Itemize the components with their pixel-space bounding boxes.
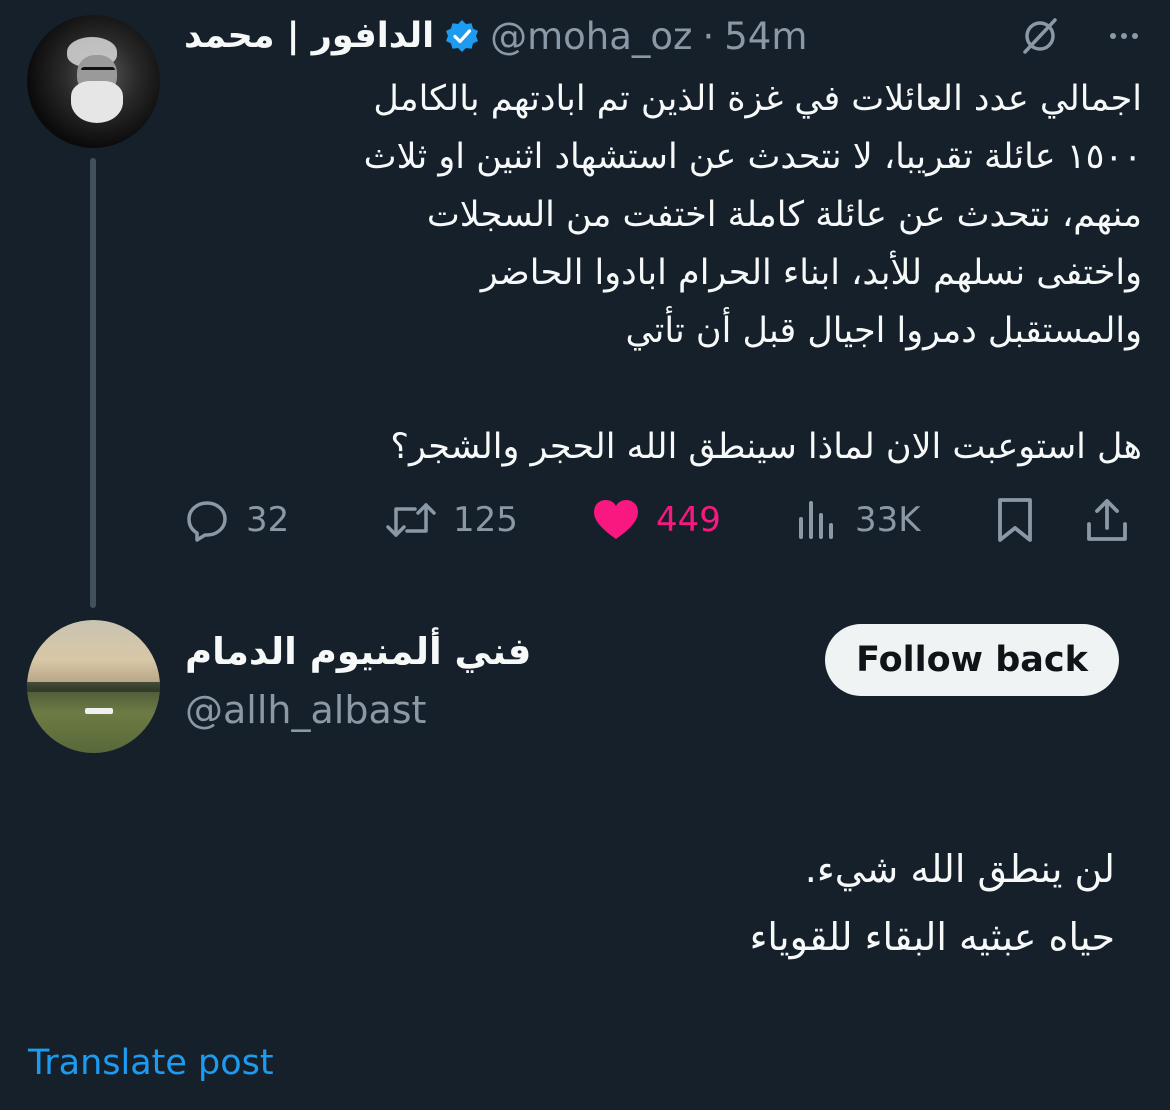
tweet-text: اجمالي عدد العائلات في غزة الذين تم اباد… — [180, 70, 1142, 476]
tweet-header: الدافور | محمد @moha_oz · 54m — [180, 10, 1140, 62]
tweet-line: والمستقبل دمروا اجيال قبل أن تأتي — [625, 311, 1142, 351]
views-button[interactable]: 33K — [795, 490, 921, 550]
like-button[interactable]: 449 — [592, 490, 721, 550]
post-time[interactable]: 54m — [724, 15, 807, 58]
more-icon[interactable] — [1102, 33, 1140, 39]
follow-back-button[interactable]: Follow back — [825, 624, 1119, 696]
share-button[interactable] — [1085, 490, 1129, 550]
repost-count: 125 — [453, 500, 518, 540]
tweet-line: ١٥٠٠ عائلة تقريبا، لا نتحدث عن استشهاد ا… — [363, 137, 1142, 177]
translate-post-link[interactable]: Translate post — [28, 1043, 274, 1083]
tweet-line: منهم، نتحدث عن عائلة كاملة اختفت من السج… — [426, 195, 1142, 235]
reply-button[interactable]: 32 — [184, 490, 289, 550]
heart-icon — [594, 500, 638, 539]
tweet-line: اجمالي عدد العائلات في غزة الذين تم اباد… — [373, 79, 1142, 119]
author-avatar[interactable] — [27, 15, 160, 148]
reply-author-avatar[interactable] — [27, 620, 160, 753]
tweet-line: واختفى نسلهم للأبد، ابناء الحرام ابادوا … — [480, 253, 1142, 293]
tweet-thread-view: الدافور | محمد @moha_oz · 54m اجمالي عدد… — [0, 0, 1170, 1110]
tweet-actions: 32 125 449 33K — [180, 490, 1142, 550]
reply-line: حياه عبثيه البقاء للقوياء — [749, 915, 1115, 959]
views-count: 33K — [855, 500, 921, 540]
author-identity: الدافور | محمد @moha_oz · 54m — [184, 10, 807, 62]
reply-author-handle[interactable]: @allh_albast — [185, 688, 426, 732]
reply-icon — [187, 501, 227, 542]
reply-text: لن ينطق الله شيء. حياه عبثيه البقاء للقو… — [415, 835, 1115, 971]
author-name[interactable]: الدافور | محمد — [184, 16, 434, 56]
thread-connector-line — [90, 158, 96, 608]
verified-badge-icon — [446, 20, 479, 52]
bookmark-icon — [998, 498, 1032, 542]
reply-line: لن ينطق الله شيء. — [804, 847, 1115, 891]
reply-author-name[interactable]: فني ألمنيوم الدمام — [185, 630, 531, 673]
repost-button[interactable]: 125 — [385, 490, 518, 550]
meta-separator: · — [702, 14, 715, 58]
tweet-line: هل استوعبت الان لماذا سينطق الله الحجر و… — [390, 427, 1142, 467]
share-icon — [1087, 499, 1127, 541]
like-count: 449 — [656, 500, 721, 540]
author-handle[interactable]: @moha_oz — [490, 15, 692, 58]
grok-icon[interactable] — [1018, 14, 1062, 58]
reply-count: 32 — [246, 500, 290, 540]
views-icon — [799, 501, 833, 539]
bookmark-button[interactable] — [995, 490, 1035, 550]
repost-icon — [386, 503, 436, 537]
